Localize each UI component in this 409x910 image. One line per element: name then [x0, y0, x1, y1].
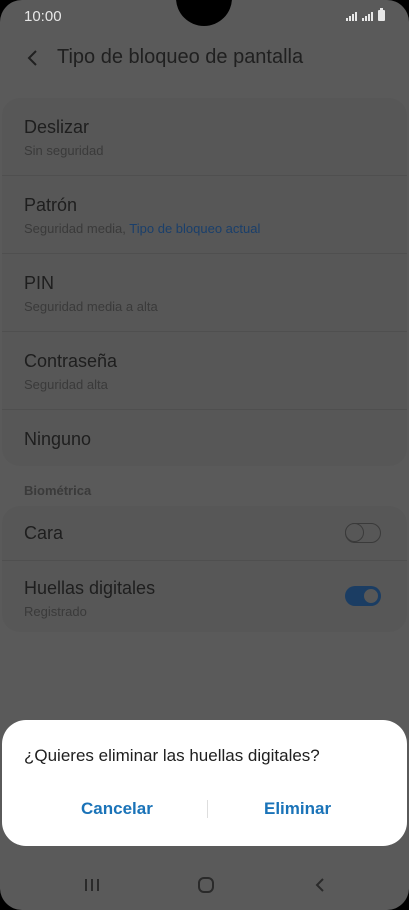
page-title: Tipo de bloqueo de pantalla [57, 46, 304, 68]
navigation-bar [0, 860, 409, 910]
option-subtitle: Seguridad media, Tipo de bloqueo actual [24, 221, 260, 236]
cancel-button[interactable]: Cancelar [81, 799, 153, 819]
signal-icon [346, 11, 357, 21]
option-subtitle: Seguridad alta [24, 377, 108, 392]
option-title: Huellas digitales [24, 578, 156, 598]
lock-option-none[interactable]: Ninguno [2, 409, 407, 466]
lock-option-pattern[interactable]: Patrón Seguridad media, Tipo de bloqueo … [2, 175, 407, 254]
biometric-fingerprints[interactable]: Huellas digitales Registrado [2, 560, 407, 632]
option-title: Patrón [24, 195, 78, 215]
chevron-left-icon [27, 50, 37, 66]
dialog-message: ¿Quieres eliminar las huellas digitales? [24, 746, 320, 765]
lock-option-password[interactable]: Contraseña Seguridad alta [2, 331, 407, 410]
nav-back-button[interactable] [305, 872, 335, 898]
signal-icon-2 [362, 11, 373, 21]
option-title: Ninguno [24, 429, 92, 449]
lock-option-pin[interactable]: PIN Seguridad media a alta [2, 253, 407, 332]
lock-option-swipe[interactable]: Deslizar Sin seguridad [2, 98, 407, 176]
option-title: Deslizar [24, 117, 90, 137]
option-subtitle: Registrado [24, 604, 87, 619]
option-subtitle: Seguridad media a alta [24, 299, 158, 314]
dialog-divider [207, 800, 208, 818]
battery-icon [378, 8, 385, 21]
biometric-face[interactable]: Cara [2, 506, 407, 561]
delete-button[interactable]: Eliminar [264, 799, 331, 819]
biometrics-section-label: Biométrica [24, 483, 92, 498]
fingerprints-toggle[interactable] [345, 586, 381, 606]
option-subtitle: Sin seguridad [24, 143, 104, 158]
status-time: 10:00 [24, 8, 62, 25]
option-subtitle-text: Seguridad media, [24, 221, 126, 236]
recents-button[interactable] [77, 872, 107, 898]
current-lock-label: Tipo de bloqueo actual [129, 221, 261, 236]
nav-back-icon [315, 878, 324, 892]
confirm-dialog: ¿Quieres eliminar las huellas digitales?… [2, 720, 407, 846]
recents-icon [85, 879, 99, 891]
status-icons [346, 8, 385, 21]
option-title: PIN [24, 273, 55, 293]
face-toggle[interactable] [345, 523, 381, 543]
lock-type-list: Deslizar Sin seguridad Patrón Seguridad … [2, 98, 407, 466]
app-header: Tipo de bloqueo de pantalla [0, 38, 409, 78]
toggle-knob [345, 523, 364, 542]
option-title: Cara [24, 523, 64, 543]
phone-screen: 10:00 Tipo de bloqueo de pantalla Desliz… [0, 0, 409, 910]
home-button[interactable] [191, 872, 221, 898]
toggle-knob [362, 587, 380, 605]
option-title: Contraseña [24, 351, 118, 371]
home-icon [198, 877, 214, 893]
back-button[interactable] [18, 38, 48, 78]
biometrics-list: Cara Huellas digitales Registrado [2, 506, 407, 632]
